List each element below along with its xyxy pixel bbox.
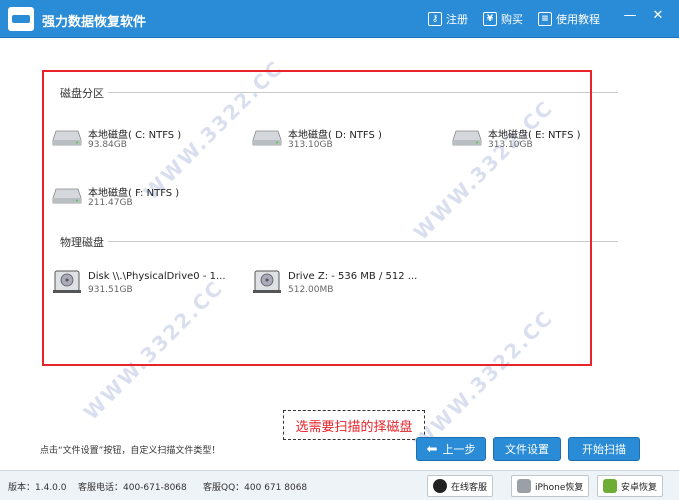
watermark: WWW.3322.CC <box>408 305 558 455</box>
hdd-icon <box>53 270 81 293</box>
drive-c[interactable]: 本地磁盘( C: NTFS ) 93.84GB <box>52 123 242 159</box>
drive-name: 本地磁盘( F: NTFS ) <box>88 188 180 199</box>
online-service-button[interactable]: 在线客服 <box>427 475 494 497</box>
hard-drive-icon <box>52 130 82 146</box>
book-icon: ≡ <box>538 12 552 26</box>
qq-text: 客服QQ：400 671 8068 <box>203 483 308 493</box>
register-label: 注册 <box>446 13 468 26</box>
hard-drive-icon <box>52 188 82 204</box>
hard-drive-icon <box>452 130 482 146</box>
hdd-icon <box>253 270 281 293</box>
physical-divider <box>108 241 618 242</box>
qq-penguin-icon <box>433 479 447 493</box>
physical-drive-z[interactable]: Drive Z: - 536 MB / 512 ... 512.00MB <box>252 268 442 304</box>
yen-icon: ¥ <box>483 12 497 26</box>
close-button[interactable]: ✕ <box>648 6 668 26</box>
physical-drive-0[interactable]: Disk \\.\PhysicalDrive0 - 1... 931.51GB <box>52 268 242 304</box>
physical-label: 物理磁盘 <box>60 236 104 249</box>
hard-drive-icon <box>252 130 282 146</box>
main-panel: WWW.3322.CC WWW.3322.CC WWW.3322.CC WWW.… <box>0 38 679 468</box>
title-bar: 强力数据恢复软件 ⚷ 注册 ¥ 购买 ≡ 使用教程 — ✕ <box>0 0 679 38</box>
drive-size: 211.47GB <box>88 198 133 208</box>
back-button[interactable]: ⬅ 上一步 <box>416 437 486 461</box>
version-text: 版本：1.4.0.0 <box>8 483 67 493</box>
drive-name: Disk \\.\PhysicalDrive0 - 1... <box>88 271 226 282</box>
drive-f[interactable]: 本地磁盘( F: NTFS ) 211.47GB <box>52 181 242 217</box>
iphone-recovery-label: iPhone恢复 <box>535 482 584 493</box>
back-label: 上一步 <box>442 443 476 456</box>
tutorial-button[interactable]: ≡ 使用教程 <box>538 10 600 28</box>
drive-e[interactable]: 本地磁盘( E: NTFS ) 313.10GB <box>452 123 642 159</box>
buy-button[interactable]: ¥ 购买 <box>483 10 523 28</box>
watermark: WWW.3322.CC <box>408 95 558 245</box>
register-button[interactable]: ⚷ 注册 <box>428 10 468 28</box>
key-icon: ⚷ <box>428 12 442 26</box>
drive-size: 313.10GB <box>488 140 533 150</box>
drive-name: Drive Z: - 536 MB / 512 ... <box>288 271 418 282</box>
tutorial-label: 使用教程 <box>556 13 600 26</box>
android-recovery-label: 安卓恢复 <box>621 482 658 493</box>
file-settings-button[interactable]: 文件设置 <box>493 437 561 461</box>
android-recovery-button[interactable]: 安卓恢复 <box>597 475 664 497</box>
iphone-icon <box>517 479 531 493</box>
partitions-label: 磁盘分区 <box>60 87 104 100</box>
android-icon <box>603 479 617 493</box>
minimize-button[interactable]: — <box>620 6 640 26</box>
drive-d[interactable]: 本地磁盘( D: NTFS ) 313.10GB <box>252 123 442 159</box>
iphone-recovery-button[interactable]: iPhone恢复 <box>511 475 590 497</box>
drive-name: 本地磁盘( C: NTFS ) <box>88 130 182 141</box>
app-logo <box>8 7 34 31</box>
file-settings-tip: 点击“文件设置”按钮，自定义扫描文件类型！ <box>40 446 221 456</box>
drive-size: 93.84GB <box>88 140 127 150</box>
partitions-divider <box>108 92 618 93</box>
back-arrow-icon: ⬅ <box>426 441 438 457</box>
app-title: 强力数据恢复软件 <box>42 15 147 30</box>
drive-size: 313.10GB <box>288 140 333 150</box>
drive-name: 本地磁盘( D: NTFS ) <box>288 130 382 141</box>
drive-name: 本地磁盘( E: NTFS ) <box>488 130 581 141</box>
buy-label: 购买 <box>501 13 523 26</box>
online-service-label: 在线客服 <box>451 482 488 493</box>
phone-text: 客服电话：400-671-8068 <box>78 483 187 493</box>
start-scan-button[interactable]: 开始扫描 <box>568 437 640 461</box>
drive-size: 512.00MB <box>288 285 334 295</box>
status-bar: 版本：1.4.0.0 客服电话：400-671-8068 客服QQ：400 67… <box>0 470 679 500</box>
hint-callout: 选需要扫描的择磁盘 <box>283 410 425 440</box>
drive-size: 931.51GB <box>88 285 133 295</box>
